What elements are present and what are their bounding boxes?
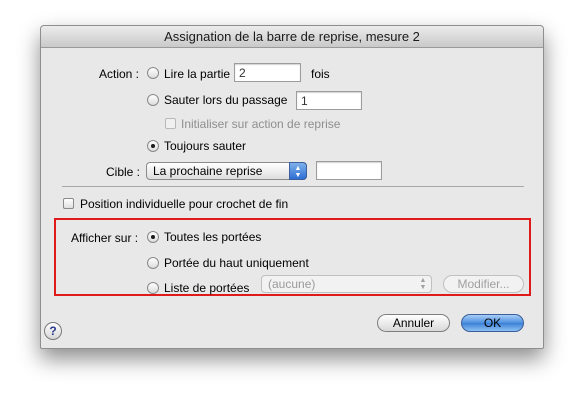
staff-list-label[interactable]: Liste de portées xyxy=(164,281,249,295)
dialog-title: Assignation de la barre de reprise, mesu… xyxy=(41,26,543,48)
init-on-repeat-label: Initialiser sur action de reprise xyxy=(181,117,341,131)
init-on-repeat-checkbox[interactable] xyxy=(165,118,176,129)
all-staves-label[interactable]: Toutes les portées xyxy=(164,230,261,244)
modify-button[interactable]: Modifier... xyxy=(443,275,524,293)
separator xyxy=(62,186,524,187)
play-part-count-field[interactable]: 2 xyxy=(234,63,301,82)
popup-arrows-icon: ▲ ▼ xyxy=(419,277,427,291)
individual-position-checkbox[interactable] xyxy=(63,198,74,209)
staff-list-radio[interactable] xyxy=(147,282,159,294)
top-staff-only-radio[interactable] xyxy=(147,257,159,269)
display-on-label: Afficher sur : xyxy=(71,231,139,245)
always-skip-label[interactable]: Toujours sauter xyxy=(164,139,246,153)
individual-position-label[interactable]: Position individuelle pour crochet de fi… xyxy=(80,197,288,211)
ok-button[interactable]: OK xyxy=(461,314,524,332)
top-staff-only-label[interactable]: Portée du haut uniquement xyxy=(164,256,309,270)
staff-list-popup-value: (aucune) xyxy=(268,277,316,291)
skip-on-pass-field[interactable]: 1 xyxy=(296,91,362,110)
target-popup[interactable]: La prochaine reprise ▲ ▼ xyxy=(146,162,307,180)
staff-list-popup[interactable]: (aucune) ▲ ▼ xyxy=(261,275,432,293)
help-button[interactable]: ? xyxy=(44,322,62,340)
action-label: Action : xyxy=(99,67,140,81)
play-part-radio[interactable] xyxy=(147,67,159,79)
skip-on-pass-label[interactable]: Sauter lors du passage xyxy=(164,93,287,107)
popup-arrows-icon: ▲ ▼ xyxy=(289,162,307,180)
skip-on-pass-radio[interactable] xyxy=(147,94,159,106)
target-field[interactable] xyxy=(316,161,382,180)
always-skip-radio[interactable] xyxy=(147,140,159,152)
target-label: Cible : xyxy=(106,165,141,179)
cancel-button[interactable]: Annuler xyxy=(377,314,450,332)
all-staves-radio[interactable] xyxy=(147,231,159,243)
play-part-label[interactable]: Lire la partie xyxy=(164,67,230,81)
play-part-suffix: fois xyxy=(311,67,330,81)
target-popup-value: La prochaine reprise xyxy=(153,164,263,178)
repeat-bar-dialog: Assignation de la barre de reprise, mesu… xyxy=(40,25,544,349)
